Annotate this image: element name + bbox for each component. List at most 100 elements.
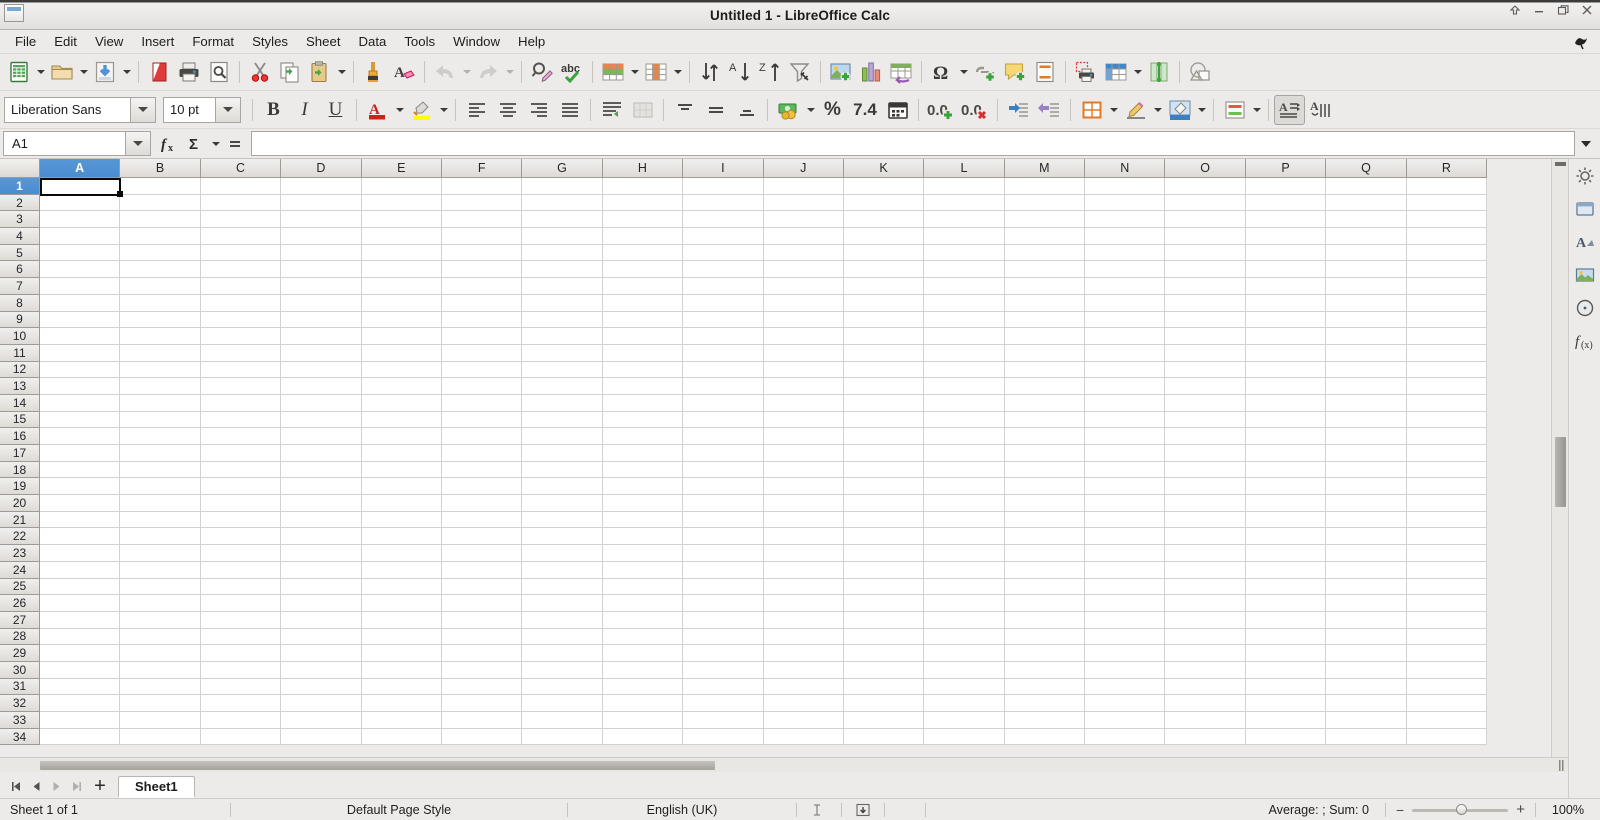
cell-K15[interactable] (843, 411, 925, 429)
cell-A6[interactable] (40, 261, 121, 279)
cell-Q29[interactable] (1326, 645, 1407, 662)
cell-E7[interactable] (361, 278, 442, 295)
cell-P20[interactable] (1245, 495, 1327, 512)
cell-P30[interactable] (1245, 661, 1327, 679)
cell-K14[interactable] (843, 394, 925, 412)
cell-G22[interactable] (522, 528, 603, 546)
select-function-button[interactable]: Σ (183, 131, 209, 157)
menu-file[interactable]: File (6, 31, 45, 52)
row-header-26[interactable]: 26 (0, 595, 40, 612)
highlighting-color-dropdown[interactable] (437, 95, 450, 125)
cell-M20[interactable] (1004, 495, 1086, 512)
cell-D33[interactable] (281, 712, 362, 729)
column-header-E[interactable]: E (361, 159, 442, 178)
cell-K32[interactable] (843, 695, 925, 712)
cell-R24[interactable] (1406, 561, 1488, 579)
cell-H32[interactable] (602, 695, 684, 712)
cell-L15[interactable] (924, 411, 1005, 429)
cell-O21[interactable] (1165, 511, 1246, 529)
cell-A16[interactable] (40, 428, 121, 445)
cell-H22[interactable] (602, 528, 684, 546)
cell-E19[interactable] (361, 478, 442, 496)
cell-M34[interactable] (1004, 728, 1086, 746)
cell-A5[interactable] (40, 244, 121, 262)
cell-F6[interactable] (441, 261, 523, 279)
cell-M12[interactable] (1004, 361, 1086, 379)
cell-Q5[interactable] (1326, 244, 1407, 262)
cell-H8[interactable] (602, 294, 684, 312)
cell-G34[interactable] (522, 728, 603, 746)
cell-E17[interactable] (361, 445, 442, 462)
cell-J16[interactable] (763, 428, 844, 445)
cell-I24[interactable] (683, 561, 764, 579)
first-sheet-button[interactable] (6, 774, 26, 798)
row-header-17[interactable]: 17 (0, 445, 40, 462)
cell-R9[interactable] (1406, 311, 1488, 329)
cell-K9[interactable] (843, 311, 925, 329)
cell-J32[interactable] (763, 695, 844, 712)
special-character-dropdown[interactable] (957, 57, 970, 87)
row-header-32[interactable]: 32 (0, 695, 40, 712)
cell-J8[interactable] (763, 294, 844, 312)
cell-F9[interactable] (441, 311, 523, 329)
cell-Q31[interactable] (1326, 678, 1407, 696)
cell-F5[interactable] (441, 244, 523, 262)
cell-D11[interactable] (281, 344, 362, 362)
cell-L20[interactable] (924, 495, 1005, 512)
cell-K22[interactable] (843, 528, 925, 546)
cell-L32[interactable] (924, 695, 1005, 712)
split-handle-vertical[interactable] (1555, 162, 1566, 166)
cell-O23[interactable] (1165, 545, 1246, 562)
name-box-dropdown[interactable] (125, 132, 150, 155)
selection-mode-status[interactable] (842, 799, 884, 820)
cell-B31[interactable] (120, 678, 201, 696)
cell-F24[interactable] (441, 561, 523, 579)
cell-A12[interactable] (40, 361, 121, 379)
cell-K6[interactable] (843, 261, 925, 279)
paste-dropdown[interactable] (335, 57, 348, 87)
cell-L30[interactable] (924, 661, 1005, 679)
cell-A22[interactable] (40, 528, 121, 546)
cell-O18[interactable] (1165, 461, 1246, 479)
cell-H3[interactable] (602, 211, 684, 229)
minimize-button[interactable] (1532, 2, 1546, 18)
sidebar-settings-button[interactable] (1572, 163, 1598, 189)
cell-C33[interactable] (200, 712, 282, 729)
cell-P22[interactable] (1245, 528, 1327, 546)
cell-G19[interactable] (522, 478, 603, 496)
cell-A10[interactable] (40, 328, 121, 345)
cell-R1[interactable] (1406, 178, 1488, 195)
cell-R11[interactable] (1406, 344, 1488, 362)
insert-image-button[interactable] (826, 57, 856, 87)
cell-O33[interactable] (1165, 712, 1246, 729)
add-decimal-place-button[interactable]: 0.0 (924, 95, 958, 125)
cell-L1[interactable] (924, 178, 1005, 195)
cell-Q9[interactable] (1326, 311, 1407, 329)
cell-J33[interactable] (763, 712, 844, 729)
cell-P8[interactable] (1245, 294, 1327, 312)
cell-L2[interactable] (924, 194, 1005, 212)
cell-K30[interactable] (843, 661, 925, 679)
cell-F27[interactable] (441, 611, 523, 629)
split-handle-horizontal[interactable] (1554, 759, 1568, 772)
cell-P10[interactable] (1245, 328, 1327, 345)
cell-G20[interactable] (522, 495, 603, 512)
cell-C19[interactable] (200, 478, 282, 496)
cell-M8[interactable] (1004, 294, 1086, 312)
cell-Q25[interactable] (1326, 578, 1407, 596)
split-window-button[interactable] (1144, 57, 1174, 87)
cell-R30[interactable] (1406, 661, 1488, 679)
cell-K26[interactable] (843, 595, 925, 612)
cell-B32[interactable] (120, 695, 201, 712)
cell-I11[interactable] (683, 344, 764, 362)
cell-I20[interactable] (683, 495, 764, 512)
select-all-corner[interactable] (0, 159, 40, 178)
cell-E1[interactable] (361, 178, 442, 195)
cell-M22[interactable] (1004, 528, 1086, 546)
cell-H1[interactable] (602, 178, 684, 195)
sidebar-styles-button[interactable]: A (1572, 229, 1598, 255)
row-header-12[interactable]: 12 (0, 361, 40, 379)
cell-F33[interactable] (441, 712, 523, 729)
cell-E31[interactable] (361, 678, 442, 696)
cell-O24[interactable] (1165, 561, 1246, 579)
